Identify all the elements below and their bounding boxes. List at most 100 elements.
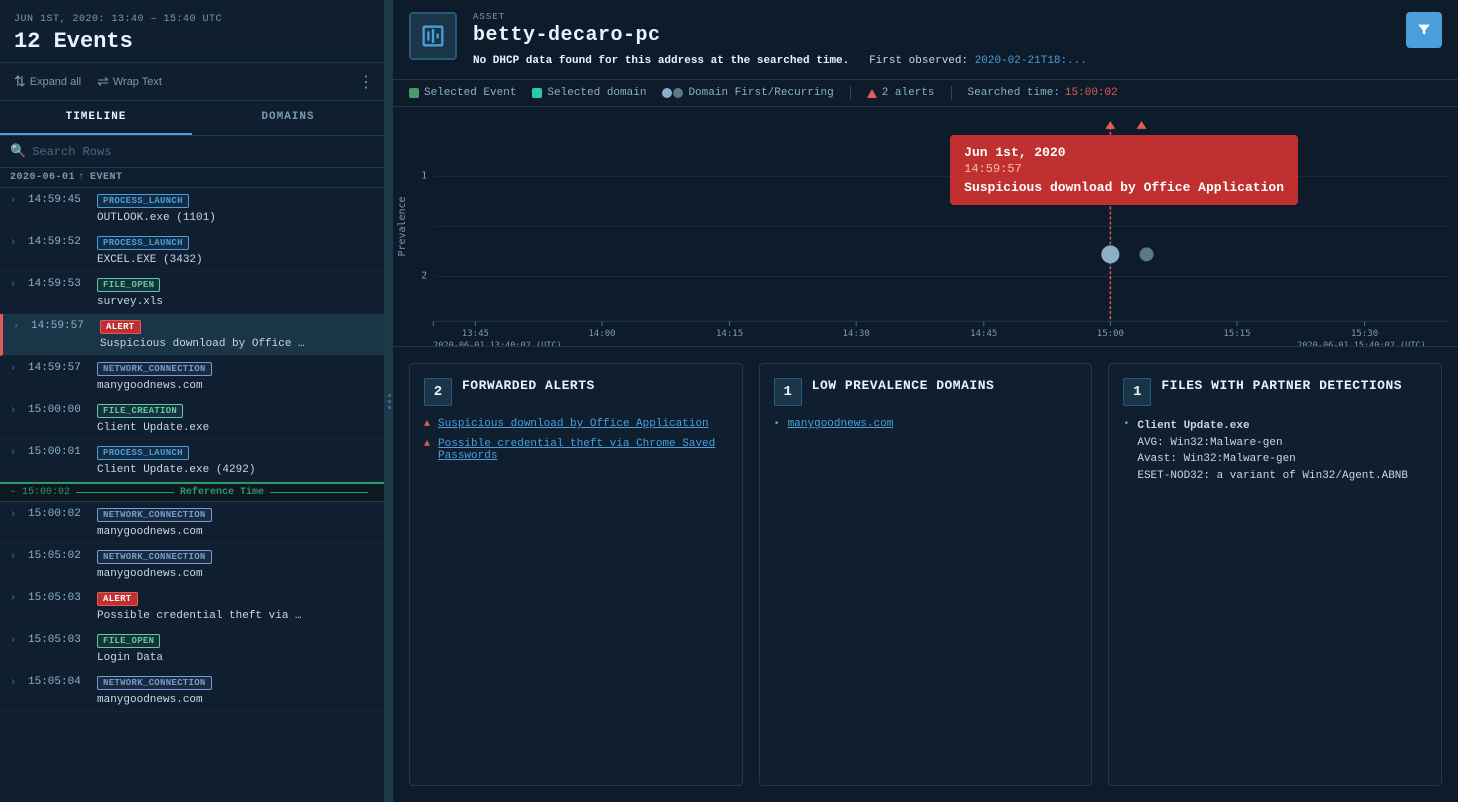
expand-all-button[interactable]: ⇅ Expand all bbox=[10, 71, 85, 92]
event-badge: ALERT bbox=[97, 592, 138, 606]
expand-all-label: Expand all bbox=[30, 76, 81, 88]
searched-time-value: 15:00:02 bbox=[1065, 87, 1118, 99]
tooltip-time: 14:59:57 bbox=[964, 162, 1284, 176]
table-row[interactable]: › 14:59:52 PROCESS_LAUNCH EXCEL.EXE (343… bbox=[0, 230, 384, 272]
domain-link[interactable]: manygoodnews.com bbox=[788, 418, 894, 430]
right-panel: ASSET betty-decaro-pc No DHCP data found… bbox=[393, 0, 1458, 802]
expand-arrows-icon: ⇅ bbox=[14, 73, 26, 90]
event-badge: ALERT bbox=[100, 320, 141, 334]
tab-timeline[interactable]: TIMELINE bbox=[0, 101, 192, 135]
table-row[interactable]: › 14:59:45 PROCESS_LAUNCH OUTLOOK.exe (1… bbox=[0, 188, 384, 230]
search-bar: 🔍 bbox=[0, 136, 384, 168]
partner-detections-panel: 1 FILES WITH PARTNER DETECTIONS • Client… bbox=[1108, 363, 1442, 786]
bullet-icon: • bbox=[1123, 418, 1129, 430]
search-input[interactable] bbox=[32, 145, 374, 159]
expand-row-icon: › bbox=[13, 319, 27, 332]
more-options-button[interactable]: ⋮ bbox=[358, 72, 374, 92]
expand-row-icon: › bbox=[10, 193, 24, 206]
selected-event-icon bbox=[409, 88, 419, 98]
time-column-header: 2020-06-01 ↑ bbox=[10, 172, 90, 183]
chart-legend: Selected Event Selected domain Domain Fi… bbox=[393, 80, 1458, 107]
table-row[interactable]: › 15:05:02 NETWORK_CONNECTION manygoodne… bbox=[0, 544, 384, 586]
event-badge: NETWORK_CONNECTION bbox=[97, 676, 212, 690]
filter-button[interactable] bbox=[1406, 12, 1442, 48]
event-badge: PROCESS_LAUNCH bbox=[97, 236, 189, 250]
toolbar: ⇅ Expand all ⇌ Wrap Text ⋮ bbox=[0, 63, 384, 101]
alert-link-1[interactable]: Suspicious download by Office Applicatio… bbox=[438, 418, 709, 430]
legend-selected-event: Selected Event bbox=[409, 87, 516, 99]
expand-row-icon: › bbox=[10, 235, 24, 248]
asset-icon bbox=[409, 12, 457, 60]
reference-time-row: – 15:00:02 Reference Time bbox=[0, 482, 384, 502]
wrap-text-icon: ⇌ bbox=[97, 73, 109, 90]
table-row[interactable]: › 14:59:57 ALERT Suspicious download by … bbox=[0, 314, 384, 356]
expand-row-icon: › bbox=[10, 591, 24, 604]
asset-label: ASSET bbox=[473, 12, 1087, 22]
alert-link-2[interactable]: Possible credential theft via Chrome Sav… bbox=[438, 438, 728, 462]
expand-row-icon: › bbox=[10, 361, 24, 374]
legend-searched-time: Searched time: 15:00:02 bbox=[968, 87, 1118, 99]
resize-handle[interactable] bbox=[385, 0, 393, 802]
expand-row-icon: › bbox=[10, 445, 24, 458]
table-row[interactable]: › 15:00:00 FILE_CREATION Client Update.e… bbox=[0, 398, 384, 440]
svg-text:14:30: 14:30 bbox=[843, 329, 870, 339]
table-row[interactable]: › 15:05:03 FILE_OPEN Login Data bbox=[0, 628, 384, 670]
chart-tooltip: Jun 1st, 2020 14:59:57 Suspicious downlo… bbox=[950, 135, 1298, 205]
event-count: 12 Events bbox=[14, 29, 370, 54]
tooltip-event: Suspicious download by Office Applicatio… bbox=[964, 180, 1284, 195]
svg-text:15:15: 15:15 bbox=[1223, 329, 1250, 339]
forwarded-alerts-panel: 2 FORWARDED ALERTS ▲ Suspicious download… bbox=[409, 363, 743, 786]
event-badge: PROCESS_LAUNCH bbox=[97, 446, 189, 460]
svg-text:2020-06-01 13:40:02 (UTC): 2020-06-01 13:40:02 (UTC) bbox=[433, 341, 562, 346]
partner-detections-title: FILES WITH PARTNER DETECTIONS bbox=[1161, 378, 1402, 395]
right-header: ASSET betty-decaro-pc No DHCP data found… bbox=[393, 0, 1458, 80]
alert-icon bbox=[867, 89, 877, 98]
legend-domain-first: Domain First/Recurring bbox=[662, 87, 833, 99]
list-item: ▲ Suspicious download by Office Applicat… bbox=[424, 418, 728, 430]
list-item: • Client Update.exe AVG: Win32:Malware-g… bbox=[1123, 418, 1427, 484]
event-badge: PROCESS_LAUNCH bbox=[97, 194, 189, 208]
legend-alerts: 2 alerts bbox=[867, 87, 935, 99]
table-row[interactable]: › 15:00:02 NETWORK_CONNECTION manygoodne… bbox=[0, 502, 384, 544]
low-prevalence-title: LOW PREVALENCE DOMAINS bbox=[812, 378, 995, 395]
svg-text:14:45: 14:45 bbox=[970, 329, 997, 339]
svg-text:15:00: 15:00 bbox=[1097, 329, 1124, 339]
expand-row-icon: › bbox=[10, 507, 24, 520]
bottom-panels: 2 FORWARDED ALERTS ▲ Suspicious download… bbox=[393, 347, 1458, 802]
event-badge: FILE_CREATION bbox=[97, 404, 183, 418]
wrap-text-button[interactable]: ⇌ Wrap Text bbox=[93, 71, 166, 92]
tabs-container: TIMELINE DOMAINS bbox=[0, 101, 384, 136]
tab-domains[interactable]: DOMAINS bbox=[192, 101, 384, 135]
event-column-header: EVENT bbox=[90, 172, 374, 183]
svg-text:14:00: 14:00 bbox=[588, 329, 615, 339]
table-row[interactable]: › 15:05:04 NETWORK_CONNECTION manygoodne… bbox=[0, 670, 384, 712]
svg-text:1: 1 bbox=[421, 171, 427, 182]
date-range: JUN 1ST, 2020: 13:40 – 15:40 UTC bbox=[14, 14, 370, 25]
svg-text:14:15: 14:15 bbox=[716, 329, 743, 339]
selected-domain-icon bbox=[532, 88, 542, 98]
list-item: ▲ Possible credential theft via Chrome S… bbox=[424, 438, 728, 462]
first-observed-link[interactable]: 2020-02-21T18:... bbox=[975, 55, 1087, 67]
event-badge: FILE_OPEN bbox=[97, 278, 160, 292]
event-badge: FILE_OPEN bbox=[97, 634, 160, 648]
svg-text:2: 2 bbox=[421, 270, 427, 281]
expand-row-icon: › bbox=[10, 549, 24, 562]
expand-row-icon: › bbox=[10, 633, 24, 646]
partner-detections-count: 1 bbox=[1123, 378, 1151, 406]
low-prevalence-count: 1 bbox=[774, 378, 802, 406]
domain-recurring-icon bbox=[673, 88, 683, 98]
table-row[interactable]: › 14:59:57 NETWORK_CONNECTION manygoodne… bbox=[0, 356, 384, 398]
column-headers: 2020-06-01 ↑ EVENT bbox=[0, 168, 384, 188]
asset-name: betty-decaro-pc bbox=[473, 24, 1087, 47]
sort-arrow-icon[interactable]: ↑ bbox=[78, 172, 85, 183]
expand-row-icon: › bbox=[10, 675, 24, 688]
table-row[interactable]: › 15:05:03 ALERT Possible credential the… bbox=[0, 586, 384, 628]
list-item: • manygoodnews.com bbox=[774, 418, 1078, 430]
events-list: › 14:59:45 PROCESS_LAUNCH OUTLOOK.exe (1… bbox=[0, 188, 384, 802]
alert-triangle-icon: ▲ bbox=[424, 418, 430, 430]
table-row[interactable]: › 15:00:01 PROCESS_LAUNCH Client Update.… bbox=[0, 440, 384, 482]
expand-row-icon: › bbox=[10, 403, 24, 416]
bullet-icon: • bbox=[774, 418, 780, 430]
left-panel: JUN 1ST, 2020: 13:40 – 15:40 UTC 12 Even… bbox=[0, 0, 385, 802]
table-row[interactable]: › 14:59:53 FILE_OPEN survey.xls bbox=[0, 272, 384, 314]
